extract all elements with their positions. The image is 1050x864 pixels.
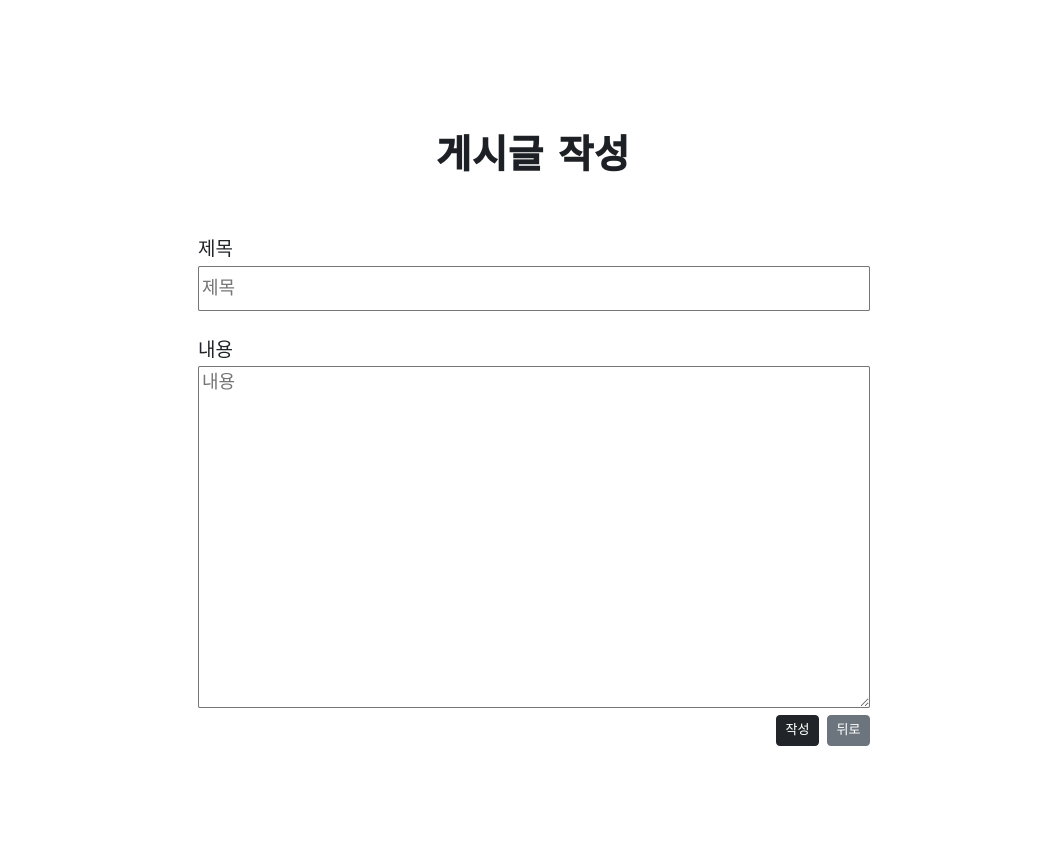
- content-textarea[interactable]: [198, 366, 870, 708]
- submit-button[interactable]: 작성: [776, 715, 819, 746]
- content-label: 내용: [198, 339, 233, 361]
- title-label: 제목: [198, 238, 233, 260]
- title-input[interactable]: [198, 266, 870, 311]
- page-title: 게시글 작성: [436, 131, 632, 176]
- back-button[interactable]: 뒤로: [827, 715, 870, 746]
